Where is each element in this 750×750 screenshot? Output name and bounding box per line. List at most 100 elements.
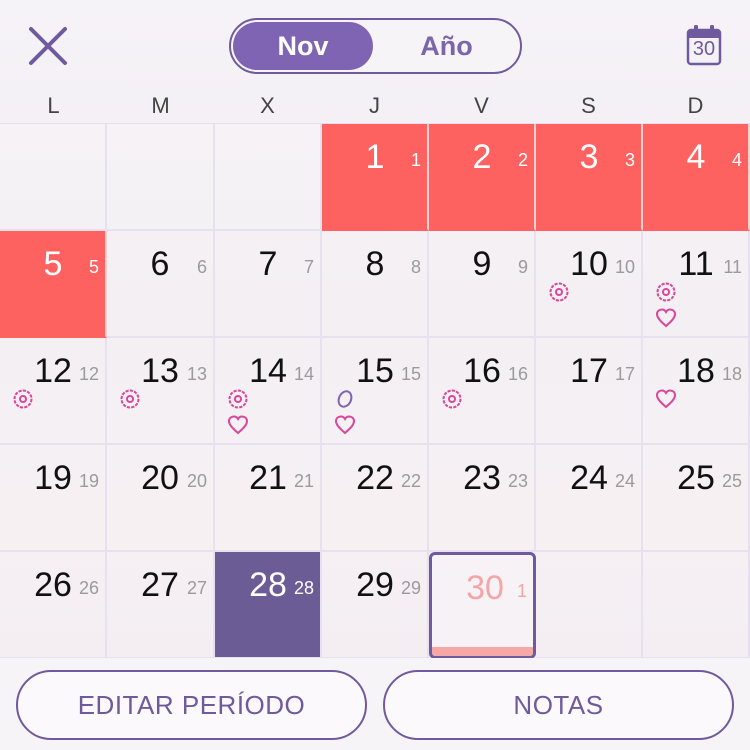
weekday-label: D xyxy=(687,93,704,118)
heart-icon xyxy=(227,415,249,435)
day-cell[interactable]: 28 28 xyxy=(215,552,322,659)
cycle-day-number: 11 xyxy=(723,257,742,277)
cycle-day-number: 3 xyxy=(624,150,635,170)
notes-button[interactable]: NOTAS xyxy=(383,670,734,740)
day-number: 3 xyxy=(579,138,599,176)
cycle-day-number: 8 xyxy=(410,257,421,277)
day-cell[interactable]: 66 xyxy=(107,231,215,338)
day-number: 30 xyxy=(466,569,504,607)
calendar-grid: 1 1 2 2 3 3 4 4 5 5 6 6 7 7 8 8 9 9 10 10 11 11 12 12 13 13 14 14 15… xyxy=(0,123,750,659)
heart-symptom xyxy=(227,414,249,436)
bottom-bar: EDITAR PERÍODO NOTAS xyxy=(0,658,750,750)
segment-year[interactable]: Año xyxy=(375,22,518,70)
cycle-day-number: 19 xyxy=(78,471,99,491)
weekday-label: J xyxy=(369,93,380,118)
cycle-day-number: 26 xyxy=(78,578,99,598)
day-cell[interactable]: 18 18 xyxy=(643,338,750,445)
cycle-day-number: 25 xyxy=(721,471,742,491)
flower-symptom xyxy=(655,281,677,303)
flower-symptom xyxy=(12,388,34,410)
day-cell[interactable]: 30 1 xyxy=(429,552,536,659)
cycle-day-number: 17 xyxy=(614,364,635,384)
day-number: 8 xyxy=(365,245,385,283)
cycle-day-number: 9 xyxy=(517,257,528,277)
day-number: 7 xyxy=(258,245,278,283)
day-cell[interactable]: 26 26 xyxy=(0,552,107,659)
calendar-icon-number: 30 xyxy=(692,38,716,60)
close-button[interactable] xyxy=(26,24,70,68)
day-number: 9 xyxy=(472,245,492,283)
day-cell[interactable]: 20 20 xyxy=(107,445,215,552)
day-cell[interactable]: 88 xyxy=(322,231,429,338)
close-icon xyxy=(29,27,67,65)
heart-symptom xyxy=(334,414,356,436)
egg-icon xyxy=(337,390,353,408)
day-cell[interactable]: 33 xyxy=(536,124,643,231)
day-cell[interactable]: 21 21 xyxy=(215,445,322,552)
day-cell[interactable]: 17 17 xyxy=(536,338,643,445)
day-cell[interactable]: 22 22 xyxy=(322,445,429,552)
weekday-label: M xyxy=(151,93,170,118)
flower-icon xyxy=(549,282,569,302)
day-cell[interactable]: 10 10 xyxy=(536,231,643,338)
cycle-day-number: 20 xyxy=(186,471,207,491)
day-cell[interactable]: 77 xyxy=(215,231,322,338)
weekday-label: L xyxy=(47,93,60,118)
heart-icon xyxy=(655,389,677,409)
heart-symptom xyxy=(655,388,677,410)
cycle-day-number: 2 xyxy=(517,150,528,170)
cycle-day-number: 13 xyxy=(186,364,207,384)
day-cell[interactable]: 29 29 xyxy=(322,552,429,659)
heart-icon xyxy=(334,415,356,435)
day-number: 1 xyxy=(365,138,385,176)
empty-day-cell xyxy=(643,552,750,659)
day-cell[interactable]: 14 14 xyxy=(215,338,322,445)
flower-symptom xyxy=(441,388,463,410)
day-cell[interactable]: 11 11 xyxy=(643,231,750,338)
cycle-day-number: 1 xyxy=(516,581,527,601)
cycle-day-number: 16 xyxy=(507,364,528,384)
month-year-toggle: Nov Año xyxy=(229,18,522,74)
cycle-day-number: 28 xyxy=(293,578,314,598)
day-cell[interactable]: 44 xyxy=(643,124,750,231)
day-cell[interactable]: 11 xyxy=(322,124,429,231)
flower-symptom xyxy=(548,281,570,303)
empty-day-cell xyxy=(536,552,643,659)
cycle-day-number: 1 xyxy=(410,150,421,170)
cycle-day-number: 12 xyxy=(78,364,99,384)
day-cell[interactable]: 24 24 xyxy=(536,445,643,552)
segment-month[interactable]: Nov xyxy=(233,22,373,70)
day-cell[interactable]: 19 19 xyxy=(0,445,107,552)
day-cell[interactable]: 27 27 xyxy=(107,552,215,659)
cycle-day-number: 14 xyxy=(293,364,314,384)
empty-day-cell xyxy=(215,124,322,231)
flower-symptom xyxy=(119,388,141,410)
flower-icon xyxy=(120,389,140,409)
day-number: 4 xyxy=(686,138,706,176)
heart-icon xyxy=(655,308,677,328)
day-cell[interactable]: 23 23 xyxy=(429,445,536,552)
empty-day-cell xyxy=(0,124,107,231)
top-bar: Nov Año 30 xyxy=(0,0,750,90)
cycle-day-number: 29 xyxy=(400,578,421,598)
day-cell[interactable]: 99 xyxy=(429,231,536,338)
day-cell[interactable]: 12 12 xyxy=(0,338,107,445)
day-number: 2 xyxy=(472,138,492,176)
egg-symptom xyxy=(334,388,356,410)
day-cell[interactable]: 16 16 xyxy=(429,338,536,445)
day-cell[interactable]: 25 25 xyxy=(643,445,750,552)
edit-period-button[interactable]: EDITAR PERÍODO xyxy=(16,670,367,740)
cycle-day-number: 4 xyxy=(731,150,742,170)
flower-symptom xyxy=(227,388,249,410)
calendar-today-button[interactable]: 30 xyxy=(686,24,722,66)
flower-icon xyxy=(13,389,33,409)
cycle-day-number: 15 xyxy=(400,364,421,384)
day-cell[interactable]: 55 xyxy=(0,231,107,338)
day-cell[interactable]: 13 13 xyxy=(107,338,215,445)
weekday-label: X xyxy=(260,93,275,118)
weekday-header: LMXJVSD xyxy=(0,93,750,123)
day-cell[interactable]: 22 xyxy=(429,124,536,231)
flower-icon xyxy=(656,282,676,302)
cycle-day-number: 5 xyxy=(88,257,99,277)
day-cell[interactable]: 15 15 xyxy=(322,338,429,445)
